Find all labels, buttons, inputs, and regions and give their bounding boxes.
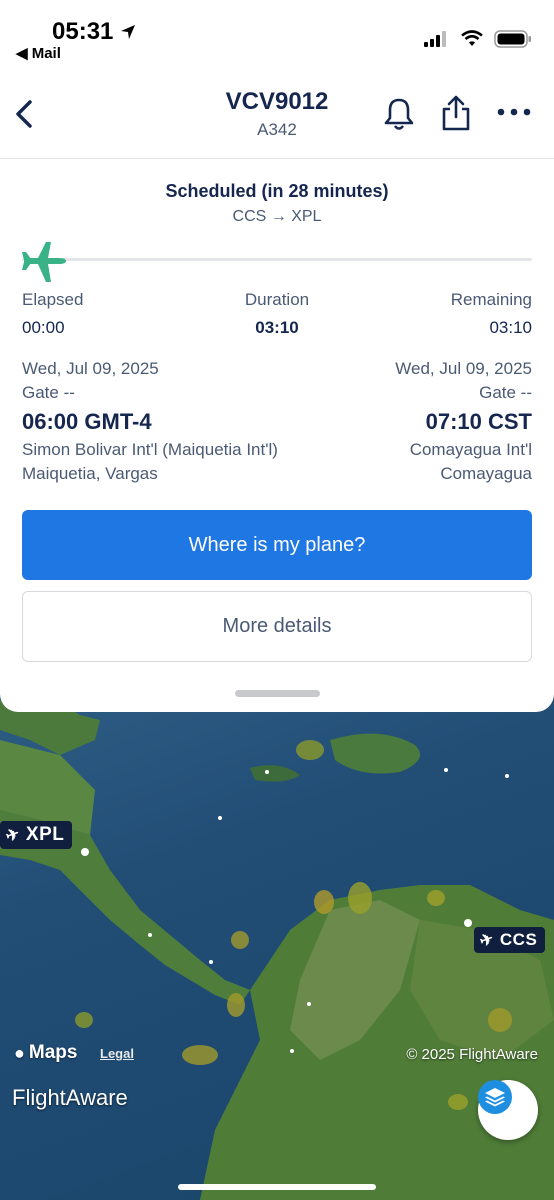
landing-plane-icon: ✈ <box>3 825 23 846</box>
arrival-time: 07:10 CST <box>425 409 532 434</box>
flight-card: 05:31 ◀ Mail VCV9012 A342 Scheduled (in … <box>0 0 554 712</box>
map-terrain <box>0 690 554 1200</box>
departure-airport: Simon Bolivar Int'l (Maiquetia Int'l) <box>22 440 278 459</box>
layers-icon <box>478 1080 512 1114</box>
clock: 05:31 <box>52 18 137 46</box>
home-indicator <box>178 1184 376 1190</box>
back-to-mail[interactable]: ◀ Mail <box>16 44 61 62</box>
takeoff-plane-icon: ✈ <box>477 930 497 951</box>
flight-status: Scheduled (in 28 minutes) <box>165 181 389 201</box>
departure-time: 06:00 GMT-4 <box>22 409 152 434</box>
battery-icon <box>494 30 531 48</box>
map-copyright: © 2025 FlightAware <box>406 1046 538 1063</box>
apple-maps-brand: ● Maps <box>14 1042 77 1064</box>
departure-city: Maiquetia, Vargas <box>22 464 158 483</box>
flight-route: CCS → XPL <box>232 208 322 225</box>
apple-logo-icon: ● <box>14 1042 25 1063</box>
legal-link[interactable]: Legal <box>100 1046 134 1061</box>
clock-time: 05:31 <box>52 18 114 45</box>
map-layers-button[interactable] <box>478 1080 538 1140</box>
remaining-value: 03:10 <box>489 318 532 337</box>
origin-code: CCS <box>499 930 538 949</box>
header-divider <box>0 158 554 159</box>
arrival-info: Wed, Jul 09, 2025 Gate -- 07:10 CST Coma… <box>395 357 532 486</box>
progress-track <box>22 258 532 261</box>
more-options-icon[interactable] <box>497 108 531 116</box>
more-details-button[interactable]: More details <box>22 591 532 662</box>
destination-airport-marker[interactable]: ✈ XPL <box>0 821 73 849</box>
destination-code: XPL <box>25 824 65 845</box>
origin-airport-marker[interactable]: ✈ CCS <box>474 927 546 953</box>
location-arrow-icon <box>121 25 136 39</box>
nav-bar: VCV9012 A342 <box>0 82 554 158</box>
system-icons <box>424 30 532 48</box>
share-icon[interactable] <box>440 94 472 132</box>
flight-map[interactable]: ✈ XPL ✈ CCS ● Maps Legal © 2025 FlightAw… <box>0 660 554 1200</box>
flight-progress-bar <box>22 240 532 282</box>
arrival-gate: Gate -- <box>479 383 532 402</box>
departure-info: Wed, Jul 09, 2025 Gate -- 06:00 GMT-4 Si… <box>22 357 278 486</box>
plane-icon <box>22 242 66 282</box>
arrival-airport: Comayagua Int'l <box>409 440 532 459</box>
maps-brand-label: Maps <box>28 1042 78 1063</box>
flightaware-logo: FlightAware <box>12 1085 128 1110</box>
remaining-stat: Remaining 03:10 <box>451 290 532 338</box>
status-bar: 05:31 ◀ Mail <box>0 0 554 70</box>
arrival-date: Wed, Jul 09, 2025 <box>395 359 532 378</box>
sheet-grabber[interactable] <box>235 690 320 697</box>
arrival-city: Comayagua <box>440 464 532 483</box>
wifi-icon <box>461 30 483 46</box>
remaining-label: Remaining <box>450 290 532 309</box>
cellular-signal-icon <box>424 31 446 47</box>
departure-date: Wed, Jul 09, 2025 <box>22 359 159 378</box>
where-is-my-plane-button[interactable]: Where is my plane? <box>22 510 532 580</box>
bell-icon[interactable] <box>382 96 416 132</box>
departure-gate: Gate -- <box>22 383 75 402</box>
